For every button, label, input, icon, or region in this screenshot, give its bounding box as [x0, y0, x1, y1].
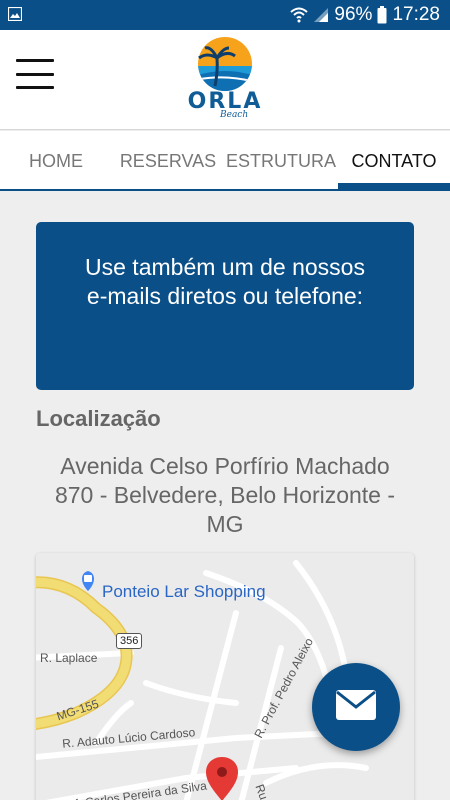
clock-time: 17:28 [392, 4, 440, 25]
card-text-line-2: e-mails diretos ou telefone: [86, 283, 364, 309]
tab-reservas[interactable]: RESERVAS [112, 131, 224, 191]
active-tab-indicator [338, 183, 450, 189]
logo-emblem [198, 37, 252, 91]
address-line: Avenida Celso Porfírio Machado [60, 453, 390, 479]
orla-beach-logo: ORLA Beach [185, 36, 265, 126]
address-text: Avenida Celso Porfírio Machado 870 - Bel… [36, 452, 414, 539]
battery-icon [377, 6, 387, 24]
tab-bar: HOME RESERVAS ESTRUTURA CONTATO [0, 131, 450, 191]
address-line: MG [206, 511, 244, 537]
contact-info-card: Use também um de nossos e-mails diretos … [36, 222, 414, 390]
map-poi-label: Ponteio Lar Shopping [102, 582, 266, 601]
address-line: 870 - Belvedere, Belo Horizonte - [54, 482, 396, 508]
battery-percent: 96% [334, 4, 373, 25]
wifi-icon [290, 7, 309, 23]
signal-icon [313, 7, 329, 23]
email-fab-button[interactable] [312, 663, 400, 751]
envelope-icon [336, 689, 376, 725]
hamburger-menu-icon[interactable] [16, 59, 54, 89]
tab-contato[interactable]: CONTATO [338, 131, 450, 191]
location-heading: Localização [36, 406, 161, 431]
street-label: R. Laplace [40, 651, 98, 665]
logo-subtext: Beach [220, 110, 249, 120]
image-notification-icon [7, 6, 23, 22]
route-shield: 356 [116, 633, 143, 649]
tab-estrutura[interactable]: ESTRUTURA [224, 131, 338, 191]
card-text-line-1: Use também um de nossos [85, 254, 365, 280]
status-bar: 96% 17:28 [0, 0, 450, 30]
tab-home[interactable]: HOME [0, 131, 112, 191]
app-header: ORLA Beach [0, 30, 450, 130]
